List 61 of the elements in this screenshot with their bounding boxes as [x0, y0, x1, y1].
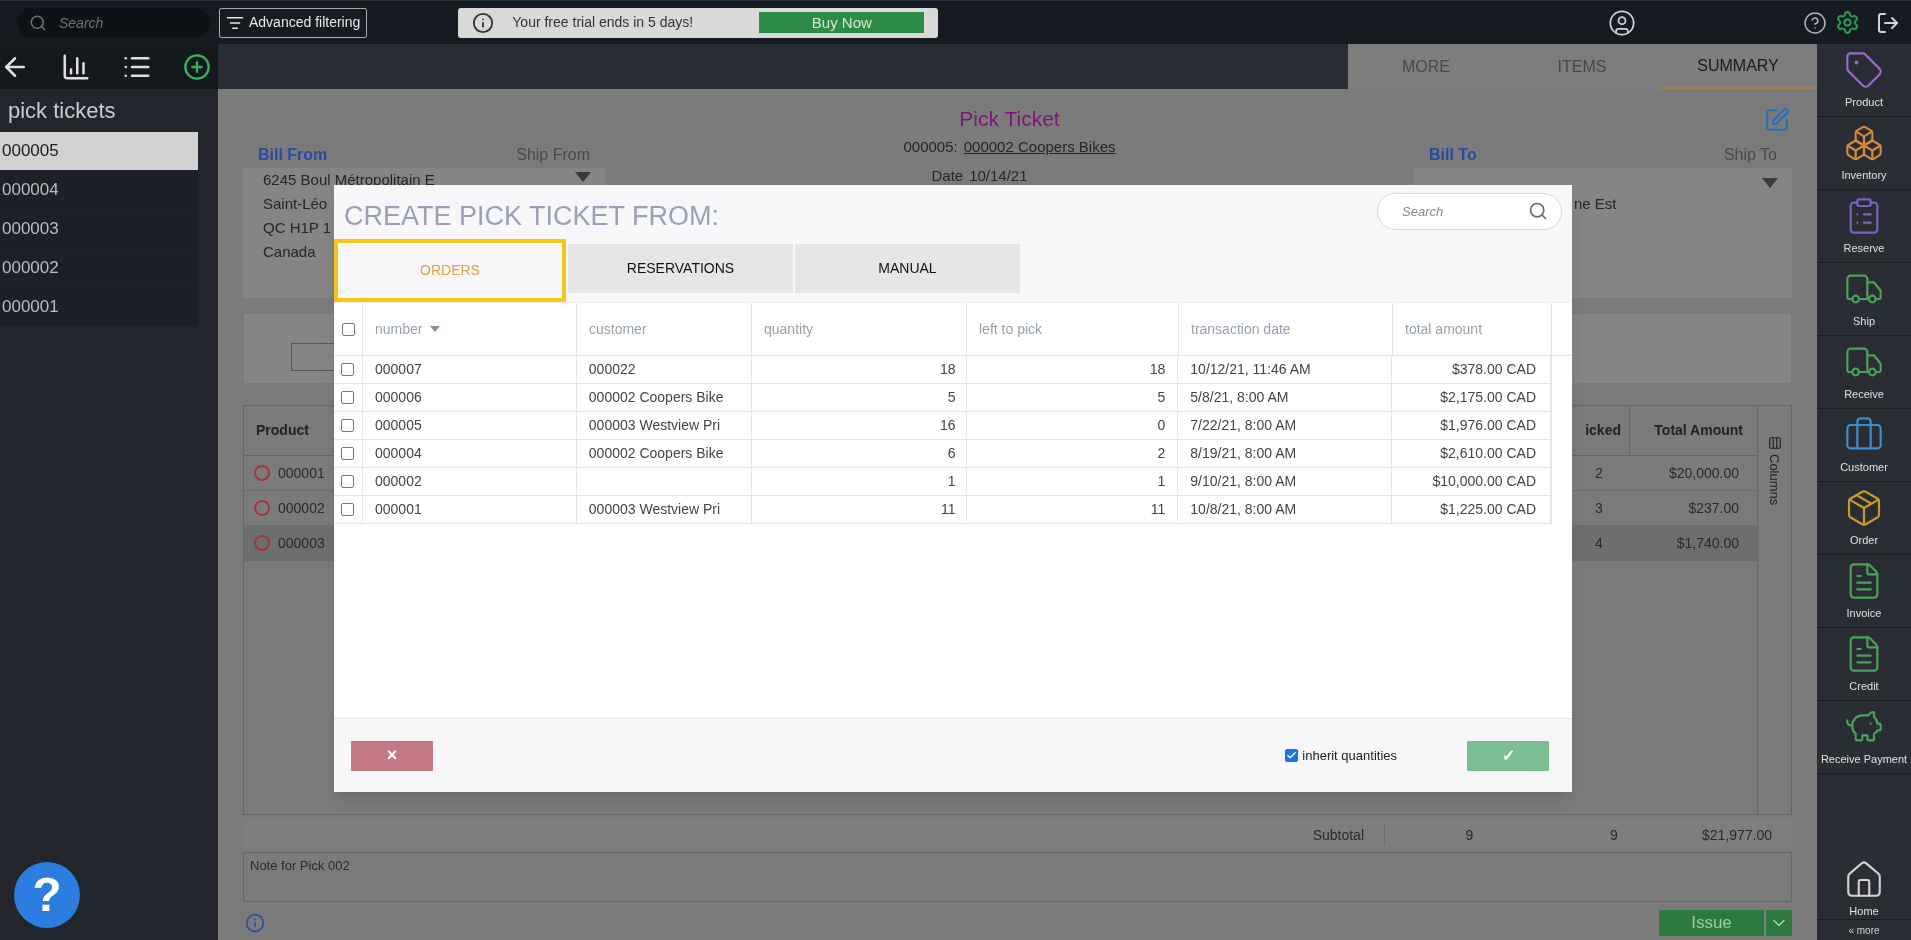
table-cell-text: 000006 [374, 388, 422, 407]
address-line: ne Est [1574, 194, 1617, 214]
table-cell-text: 1 [947, 472, 957, 491]
subtotal-value: $21,977.00 [1700, 825, 1773, 845]
table-cell-text: 16 [939, 416, 957, 435]
table-cell-text: 7/22/21, 8:00 AM [1189, 416, 1297, 435]
date-value: 10/14/21 [969, 165, 1028, 186]
table-cell-text: 000002 [374, 472, 422, 491]
table-cell-text: 0 [1157, 416, 1167, 435]
address-line: QC H1P 1 [263, 218, 332, 238]
date-label: Date [931, 165, 964, 186]
subtotal-label: Subtotal [1311, 825, 1365, 845]
address-line: Saint-Léo [263, 194, 328, 214]
table-cell-text: $378.00 CAD [1451, 360, 1538, 379]
table-cell-text: 11 [940, 500, 957, 519]
table-cell-text: 4 [1594, 533, 1604, 553]
table-cell-text: 000002 [278, 498, 325, 518]
table-cell-text: $237.00 [1687, 498, 1740, 518]
table-cell-text: 6 [947, 444, 957, 463]
table-cell-text: 5/8/21, 8:00 AM [1189, 388, 1289, 407]
table-cell-text: 11 [1150, 500, 1167, 519]
table-cell-text: 000003 [278, 533, 325, 553]
document-title: Pick Ticket [959, 107, 1060, 131]
table-cell-text: $10,000.00 CAD [1432, 472, 1538, 491]
table-cell-text: 000007 [374, 360, 422, 379]
table-cell-text: $20,000.00 [1667, 463, 1740, 483]
table-cell-text: 000005 [374, 416, 422, 435]
modal-title: CREATE PICK TICKET FROM: [343, 200, 720, 233]
table-cell-text: 000001 [278, 463, 325, 483]
table-cell-text: 000002 Coopers Bike [587, 444, 724, 463]
table-cell-text: 000003 Westview Pri [587, 416, 721, 435]
table-cell-text: 10/12/21, 11:46 AM [1189, 360, 1311, 379]
table-cell-text: 3 [1594, 498, 1604, 518]
table-cell-text: 000001 [374, 500, 422, 519]
subtotal-value: 9 [1609, 825, 1619, 845]
subtotal-value: 9 [1384, 824, 1554, 846]
table-cell-text: 5 [947, 388, 957, 407]
table-cell-text: 10/8/21, 8:00 AM [1189, 500, 1297, 519]
sidebar-title: pick tickets [7, 97, 117, 125]
table-cell-text: 000002 Coopers Bike [587, 388, 724, 407]
table-cell-text: 18 [939, 360, 957, 379]
table-cell-text: 000022 [587, 360, 636, 379]
table-cell-text: $1,740.00 [1675, 533, 1740, 553]
table-cell-text: 2 [1594, 463, 1604, 483]
table-cell-text: 18 [1149, 360, 1167, 379]
table-cell-text: $1,976.00 CAD [1440, 416, 1538, 435]
document-number: 000005: [903, 137, 958, 157]
trial-message: Your free trial ends in 5 days! [512, 13, 694, 32]
address-line: Canada [263, 242, 316, 262]
columns-label: Columns [1766, 454, 1784, 506]
table-cell-text: 9/10/21, 8:00 AM [1189, 472, 1297, 491]
address-line: 6245 Boul Métropolitain E [263, 170, 435, 190]
table-cell-text: 000004 [374, 444, 422, 463]
table-cell-text: $1,225.00 CAD [1440, 500, 1538, 519]
table-cell-text: $2,610.00 CAD [1440, 444, 1538, 463]
table-cell-text: 000003 Westview Pri [587, 500, 721, 519]
table-cell-text: 2 [1157, 444, 1167, 463]
table-cell-text: 1 [1157, 472, 1167, 491]
table-cell-text: 5 [1157, 388, 1167, 407]
table-cell-text: 8/19/21, 8:00 AM [1189, 444, 1297, 463]
table-cell-text: $2,175.00 CAD [1440, 388, 1538, 407]
